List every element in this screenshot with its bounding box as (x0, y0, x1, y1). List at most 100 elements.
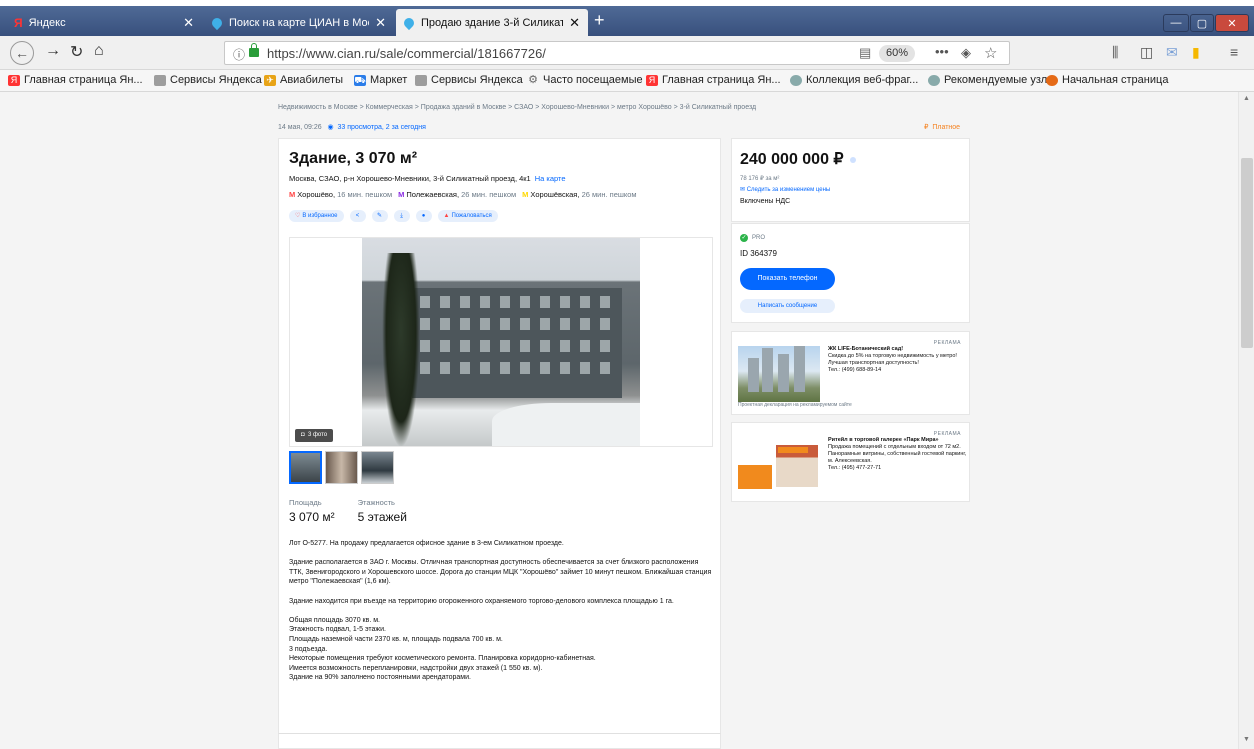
sidebar-icon[interactable]: ◫ (1140, 44, 1153, 61)
metro-item[interactable]: M Хорошёвская, 26 мин. пешком (522, 190, 636, 199)
ad-block-1[interactable]: РЕКЛАМА ЖК LIFE-Ботанический сад! Скидка… (731, 331, 970, 415)
metro-icon: M (522, 190, 529, 199)
reload-icon[interactable]: ↻ (70, 42, 83, 62)
back-icon[interactable]: ← (10, 41, 34, 65)
camera-icon: ◘ (301, 432, 308, 438)
complain-button[interactable]: ▲ Пожаловаться (437, 210, 498, 222)
heart-icon: ♡ (295, 213, 301, 219)
metro-list: M Хорошёво, 16 мин. пешком M Полежаевская,… (289, 190, 637, 199)
bookmark-star-icon[interactable]: ☆ (984, 44, 997, 62)
minimize-icon[interactable]: — (1163, 14, 1189, 32)
library-icon[interactable]: ⫼ (1112, 44, 1118, 61)
next-section-card (278, 733, 721, 749)
download-icon: ⤓ (400, 213, 403, 219)
bookmark-item[interactable]: Сервисы Яндекса (415, 74, 523, 86)
breadcrumb[interactable]: Недвижимость в Москве > Коммерческая > П… (278, 104, 756, 111)
bookmark-item[interactable]: Я Главная страница Ян... (8, 74, 143, 86)
photo-count-badge[interactable]: ◘ 3 фото (295, 429, 334, 442)
yandex-icon: Я (14, 15, 23, 30)
url-text[interactable]: https://www.cian.ru/sale/commercial/1816… (267, 46, 546, 61)
views-link[interactable]: 33 просмотра, 2 за сегодня (338, 124, 426, 131)
lock-icon (249, 43, 259, 57)
metro-item[interactable]: M Полежаевская, 26 мин. пешком (398, 190, 516, 199)
photo-gallery[interactable]: ◘ 3 фото (289, 237, 713, 447)
price: 240 000 000 ₽ (740, 149, 856, 169)
ad-block-2[interactable]: РЕКЛАМА Ритейл в торговой галерее «Парк … (731, 422, 970, 502)
maximize-icon[interactable]: ▢ (1190, 14, 1214, 32)
main-photo[interactable] (362, 238, 640, 446)
bookmark-item[interactable]: Сервисы Яндекса (154, 74, 262, 86)
vat-note: Включены НДС (740, 198, 791, 205)
listing-card: Здание, 3 070 м² Москва, СЗАО, р-н Хорош… (278, 138, 721, 749)
cart-icon: ⛟ (354, 74, 366, 86)
close-window-icon[interactable]: ✕ (1215, 14, 1249, 32)
bookmark-item[interactable]: Я Главная страница Ян... (646, 74, 781, 86)
folder-icon (415, 74, 427, 86)
map-link[interactable]: На карте (535, 174, 566, 183)
close-tab-icon[interactable]: ✕ (569, 15, 580, 31)
browser-navbar: ← → ↻ ⌂ ⓘ https://www.cian.ru/sale/comme… (0, 36, 1254, 70)
print-button[interactable]: ● (415, 210, 432, 222)
bookmark-item[interactable]: Начальная страница (1046, 74, 1168, 86)
write-message-button[interactable]: Написать сообщение (740, 299, 835, 313)
pro-badge: ✓ PRO (740, 234, 766, 242)
ad-text: ЖК LIFE-Ботанический сад! Скидка до 5% н… (828, 346, 957, 373)
agent-card: ✓ PRO ID 364379 Показать телефон Написать… (731, 223, 970, 323)
share-button[interactable]: < (349, 210, 366, 222)
ad-disclaimer: Проектная декларация на рекламируемом са… (738, 402, 852, 408)
page-content: Недвижимость в Москве > Коммерческая > П… (0, 92, 1238, 749)
scroll-up-icon[interactable]: ▲ (1243, 95, 1250, 102)
address-bar[interactable]: ⓘ https://www.cian.ru/sale/commercial/18… (224, 41, 1010, 65)
agent-id: ID 364379 (740, 249, 777, 258)
scroll-down-icon[interactable]: ▼ (1243, 736, 1250, 743)
tab-yandex[interactable]: Я Яндекс ✕ (6, 9, 202, 36)
forward-icon[interactable]: → (45, 42, 61, 60)
ad-image[interactable] (738, 437, 820, 493)
tab-cian-map[interactable]: Поиск на карте ЦИАН в Моск ✕ (204, 9, 394, 36)
zoom-level[interactable]: 60% (879, 45, 916, 62)
info-icon[interactable]: ⓘ (233, 46, 245, 63)
key-stats: Площадь 3 070 м² Этажность 5 этажей (289, 498, 407, 524)
page-title: Здание, 3 070 м² (289, 150, 418, 167)
metro-icon: M (289, 190, 296, 199)
ad-image[interactable] (738, 346, 820, 402)
edit-button[interactable]: ✎ (371, 210, 388, 222)
close-tab-icon[interactable]: ✕ (183, 15, 194, 31)
download-button[interactable]: ⤓ (393, 210, 410, 222)
bookmark-item[interactable]: Коллекция веб-фраг... (790, 74, 918, 86)
page-scrollbar[interactable]: ▲ ▼ (1238, 92, 1254, 749)
reader-view-icon[interactable]: ▤ (859, 45, 871, 61)
yandex-bookmark-icon[interactable]: ▮ (1192, 44, 1200, 61)
pocket-icon[interactable]: ◈ (961, 45, 971, 61)
bookmark-item[interactable]: Рекомендуемые узлы (928, 74, 1055, 86)
firefox-icon (1046, 74, 1058, 86)
metro-item[interactable]: M Хорошёво, 16 мин. пешком (289, 190, 392, 199)
thumbnail[interactable] (325, 451, 358, 484)
paid-badge: ₽ Платное (924, 124, 961, 131)
show-phone-button[interactable]: Показать телефон (740, 268, 835, 290)
price-per-m2: 78 176 ₽ за м² (740, 176, 780, 182)
close-tab-icon[interactable]: ✕ (375, 15, 386, 31)
print-icon: ● (421, 213, 426, 219)
mail-icon[interactable]: ✉ (1166, 44, 1178, 61)
thumbnail[interactable] (361, 451, 394, 484)
cian-pin-icon (209, 15, 225, 30)
bookmark-item[interactable]: ⛟ Маркет (354, 74, 407, 86)
scroll-thumb[interactable] (1241, 158, 1253, 348)
globe-icon (928, 74, 940, 86)
cian-pin-icon (401, 15, 417, 30)
description: Лот О-5277. На продажу предлагается офис… (289, 540, 712, 682)
bookmark-item[interactable]: ⚙ Часто посещаемые (527, 74, 643, 86)
watch-price-link[interactable]: ✉ Следить за изменением цены (740, 186, 830, 193)
favorite-button[interactable]: ♡ В избранное (289, 210, 344, 222)
price-info-icon[interactable] (849, 156, 856, 163)
menu-icon[interactable]: ≡ (1230, 44, 1238, 60)
tab-cian-listing[interactable]: Продаю здание 3-й Силикатн ✕ (396, 9, 588, 36)
thumbnail[interactable] (289, 451, 322, 484)
bookmark-item[interactable]: ✈ Авиабилеты (264, 74, 343, 86)
yandex-icon: Я (8, 74, 20, 86)
new-tab-icon[interactable]: + (594, 10, 605, 31)
price-card: 240 000 000 ₽ 78 176 ₽ за м² ✉ Следить з… (731, 138, 970, 222)
page-actions-icon[interactable]: ••• (935, 44, 949, 59)
home-icon[interactable]: ⌂ (94, 42, 104, 60)
